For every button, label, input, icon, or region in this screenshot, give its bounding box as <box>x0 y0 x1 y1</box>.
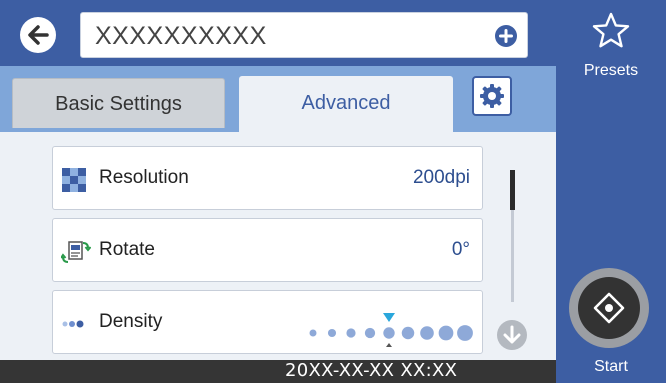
tab-bar: Basic Settings Advanced <box>0 66 556 132</box>
presets-label: Presets <box>583 62 639 79</box>
tab-basic-settings[interactable]: Basic Settings <box>12 78 225 128</box>
density-dot <box>401 326 415 340</box>
density-dot <box>383 327 395 339</box>
density-dot <box>364 327 376 339</box>
settings-button[interactable] <box>472 76 512 116</box>
tab-basic-settings-label: Basic Settings <box>55 93 182 115</box>
scroll-down-button[interactable] <box>497 320 527 350</box>
density-dot <box>346 328 356 338</box>
density-dot <box>438 325 454 341</box>
start-core <box>578 277 640 339</box>
tab-advanced[interactable]: Advanced <box>239 76 453 132</box>
density-dot <box>457 325 473 341</box>
start-button[interactable]: Start <box>561 266 661 383</box>
arrow-left-icon <box>28 25 49 45</box>
rotate-row[interactable]: Rotate 0° <box>52 218 483 282</box>
start-label: Start <box>594 358 628 375</box>
density-level-marker <box>383 313 395 322</box>
gear-icon <box>480 84 504 108</box>
star-icon <box>592 12 630 48</box>
resolution-label: Resolution <box>99 167 189 188</box>
density-dot <box>309 329 317 337</box>
back-button[interactable] <box>20 17 56 53</box>
datetime: 20XX-XX-XX XX:XX <box>285 360 458 381</box>
density-dot <box>420 326 434 340</box>
density-row[interactable]: Density <box>52 290 483 354</box>
destination-field[interactable]: XXXXXXXXXX <box>80 12 528 58</box>
settings-list: Resolution 200dpi Rotate 0° Density <box>0 132 556 360</box>
add-destination-button[interactable] <box>495 25 517 47</box>
side-panel: Presets Start <box>556 0 666 383</box>
start-diamond-icon <box>593 292 625 324</box>
resolution-row[interactable]: Resolution 200dpi <box>52 146 483 210</box>
density-center-tick <box>386 343 392 347</box>
resolution-value: 200dpi <box>412 167 470 188</box>
density-scale <box>309 313 473 347</box>
density-label: Density <box>99 311 163 332</box>
status-bar: 20XX-XX-XX XX:XX <box>0 360 556 383</box>
density-icon <box>62 320 84 328</box>
arrow-down-icon <box>503 325 521 344</box>
scroll-thumb[interactable] <box>510 170 515 210</box>
rotate-icon <box>61 241 91 263</box>
plus-circle-icon <box>499 29 513 43</box>
top-bar: XXXXXXXXXX <box>0 0 556 66</box>
density-dot <box>327 328 337 338</box>
rotate-value: 0° <box>451 239 470 260</box>
tab-advanced-label: Advanced <box>301 92 391 114</box>
rotate-label: Rotate <box>99 239 155 260</box>
resolution-icon <box>62 168 86 192</box>
destination-text: XXXXXXXXXX <box>95 22 267 50</box>
presets-button[interactable]: Presets <box>556 0 666 92</box>
